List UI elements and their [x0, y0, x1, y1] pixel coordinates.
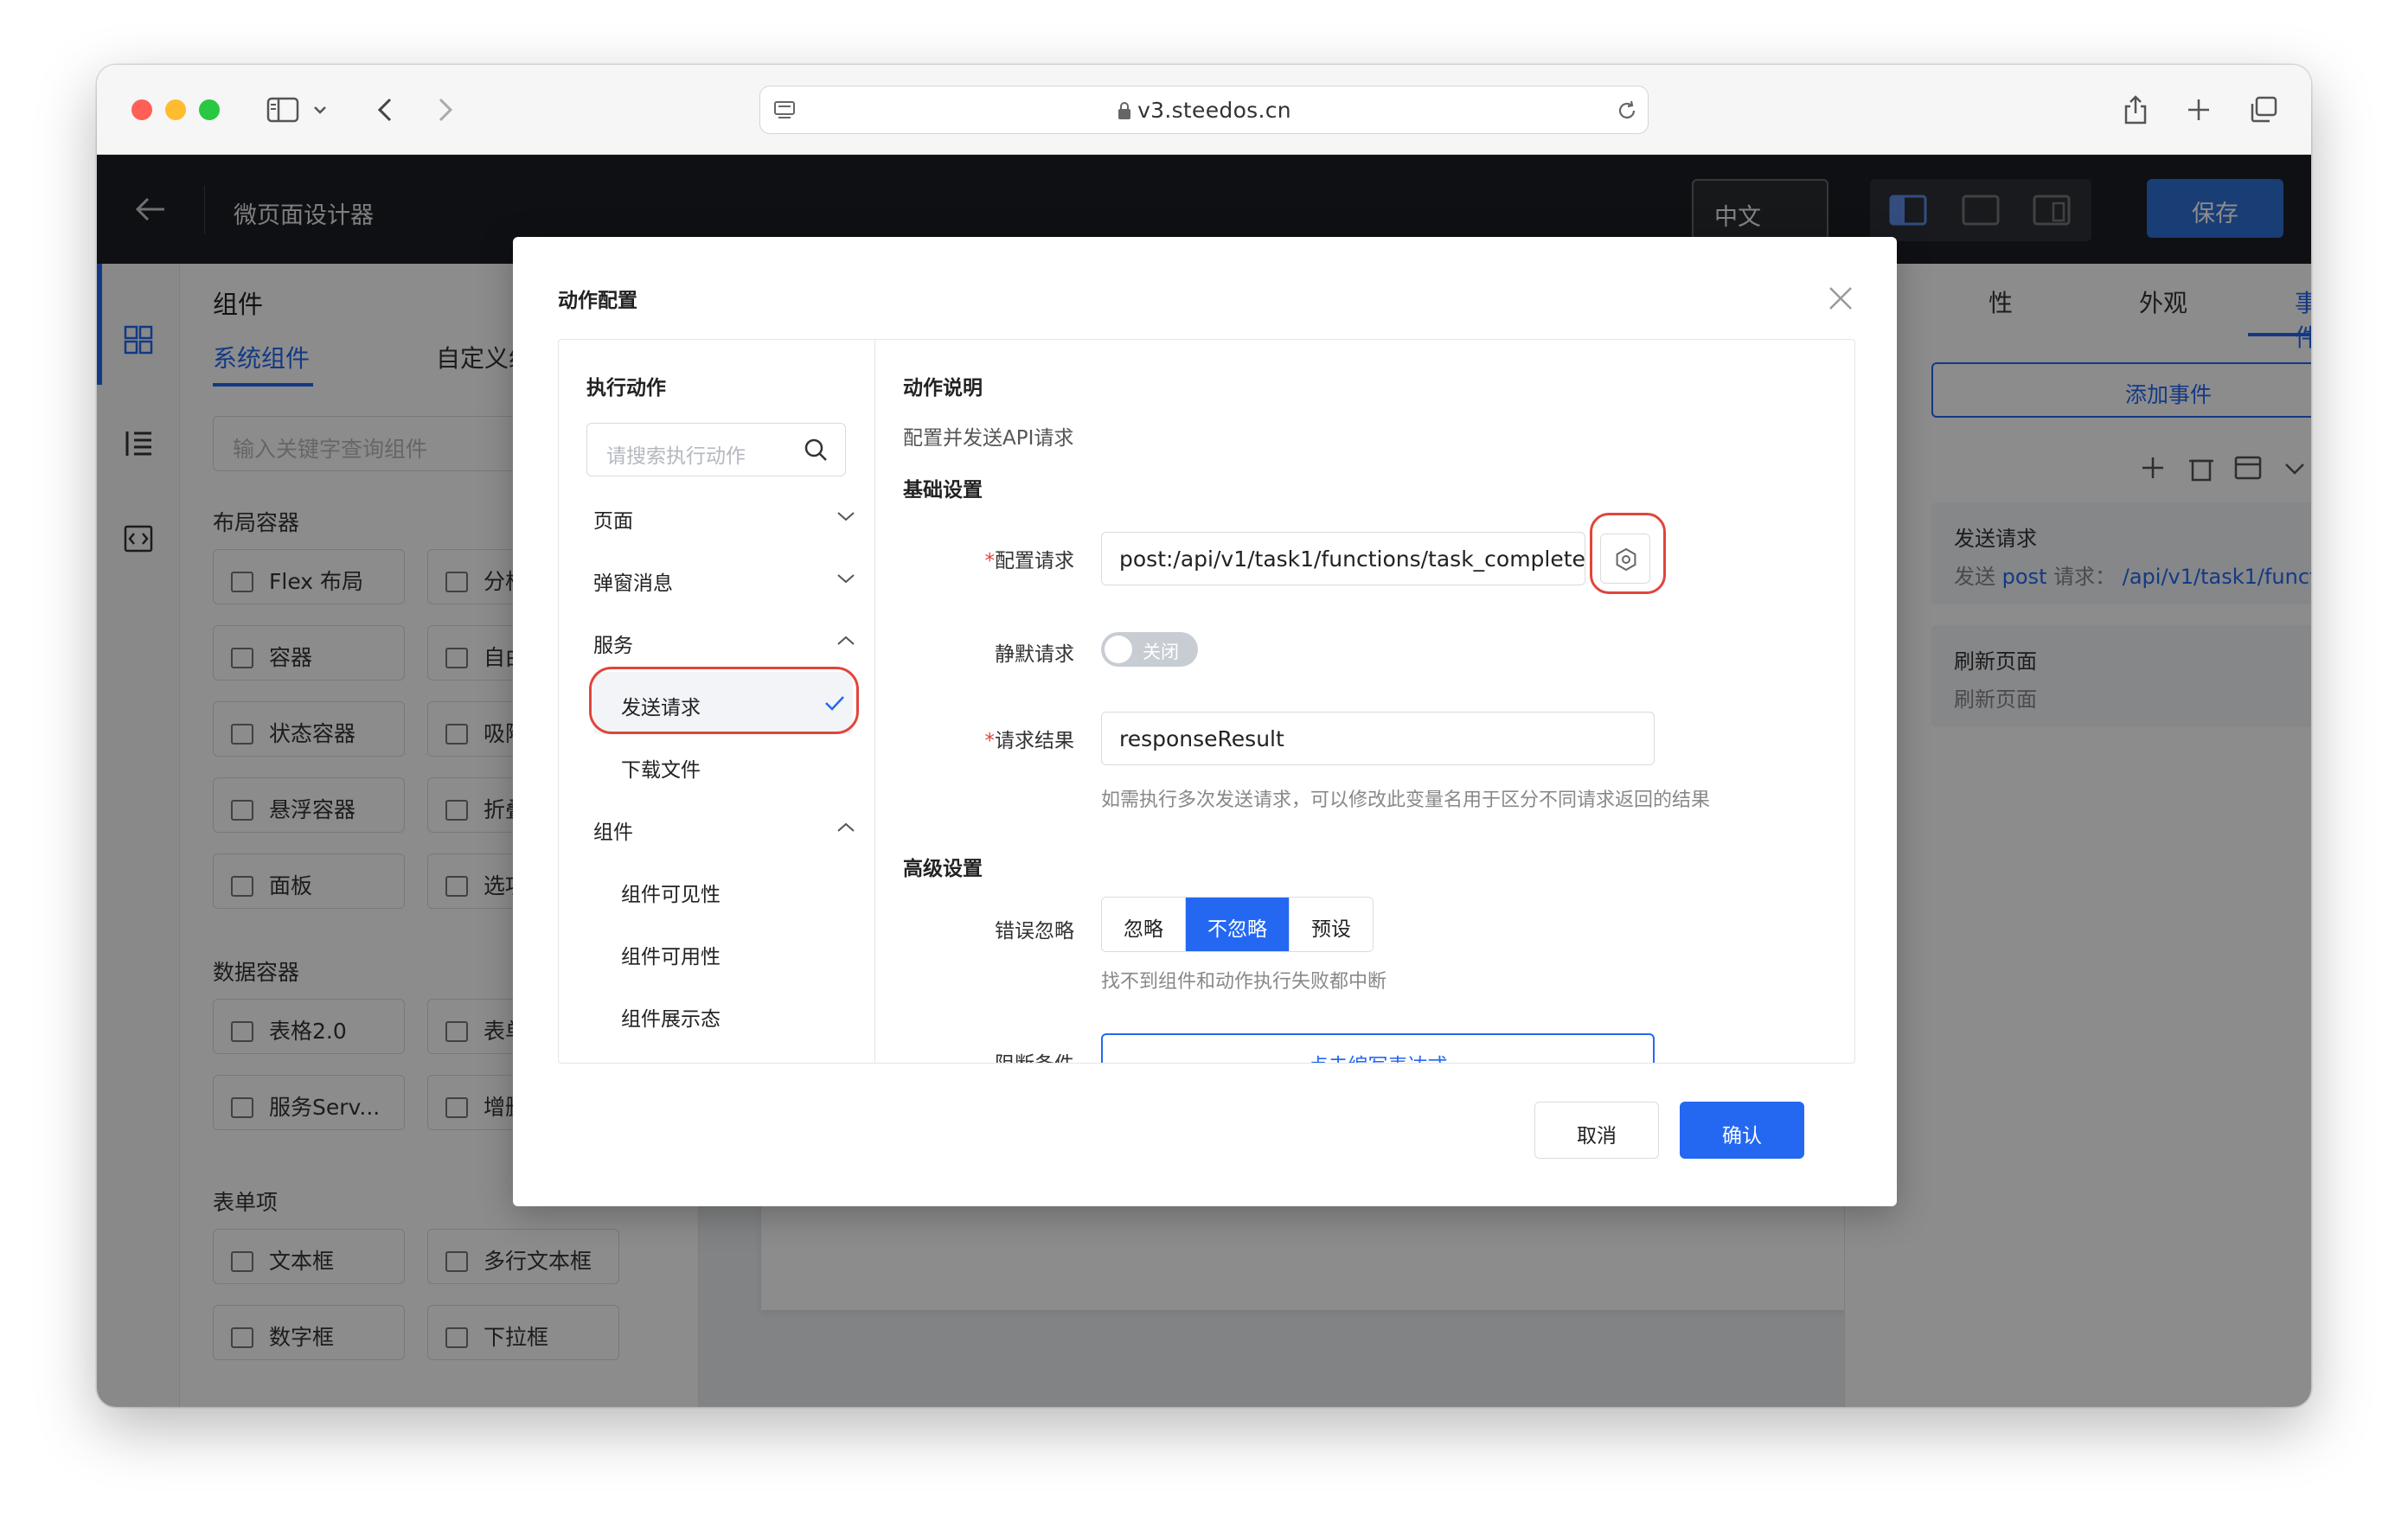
config-request-label: *配置请求	[875, 544, 1075, 573]
action-list-panel: 执行动作 请搜索执行动作 页面 弹窗消息 服务 发送请求 下载文件 组件 组件可…	[559, 340, 875, 1063]
error-ignore-segmented[interactable]: 忽略 不忽略 预设	[1101, 897, 1374, 952]
zoom-window-button[interactable]	[199, 99, 220, 120]
chevron-up-icon[interactable]	[836, 634, 856, 648]
action-item-component-display-state[interactable]: 组件展示态	[621, 1002, 720, 1032]
action-config-dialog: 动作配置 执行动作 请搜索执行动作 页面 弹窗消息 服务 发送请求 下载文件 组…	[513, 237, 1897, 1206]
required-mark: *	[984, 730, 996, 752]
close-icon[interactable]	[1826, 284, 1855, 313]
dialog-title: 动作配置	[558, 290, 637, 312]
address-bar[interactable]: v3.steedos.cn	[759, 86, 1649, 134]
request-result-input[interactable]: responseResult	[1101, 712, 1655, 765]
action-item-download-file[interactable]: 下载文件	[621, 753, 701, 783]
cancel-button[interactable]: 取消	[1534, 1102, 1659, 1159]
chevron-down-icon[interactable]	[836, 509, 856, 523]
confirm-button[interactable]: 确认	[1680, 1102, 1804, 1159]
config-request-input[interactable]: post:/api/v1/task1/functions/task_comple…	[1101, 532, 1585, 585]
basic-settings-heading: 基础设置	[903, 479, 983, 502]
settings-highlight-outline	[1590, 513, 1666, 594]
action-desc-text: 配置并发送API请求	[903, 427, 1074, 450]
forward-arrow-icon[interactable]	[432, 94, 458, 125]
action-list-heading: 执行动作	[586, 377, 666, 399]
action-search-input[interactable]: 请搜索执行动作	[586, 423, 846, 476]
dialog-body: 执行动作 请搜索执行动作 页面 弹窗消息 服务 发送请求 下载文件 组件 组件可…	[558, 339, 1855, 1064]
reload-icon[interactable]	[1615, 99, 1639, 123]
switch-state-label: 关闭	[1143, 642, 1179, 662]
required-mark: *	[984, 550, 996, 572]
minimize-window-button[interactable]	[165, 99, 186, 120]
action-item-component-availability[interactable]: 组件可用性	[621, 940, 720, 969]
url-text: v3.steedos.cn	[760, 98, 1648, 123]
action-search-placeholder: 请搜索执行动作	[606, 445, 746, 468]
error-ignore-label: 错误忽略	[995, 920, 1074, 943]
action-group-service[interactable]: 服务	[593, 629, 633, 658]
request-result-hint: 如需执行多次发送请求，可以修改此变量名用于区分不同请求返回的结果	[1101, 789, 1711, 811]
option-ignore[interactable]: 忽略	[1102, 898, 1186, 951]
request-result-label: *请求结果	[875, 724, 1075, 753]
action-group-dialog-message[interactable]: 弹窗消息	[593, 566, 673, 596]
browser-toolbar: v3.steedos.cn	[97, 65, 2311, 155]
action-group-component[interactable]: 组件	[593, 815, 633, 845]
chevron-down-icon[interactable]	[836, 572, 856, 585]
chevron-up-icon[interactable]	[836, 821, 856, 834]
tab-overview-icon[interactable]	[2247, 94, 2280, 125]
lock-icon	[1118, 102, 1131, 119]
silent-request-label: 静默请求	[995, 643, 1074, 666]
request-result-label-text: 请求结果	[995, 730, 1074, 752]
action-desc-heading: 动作说明	[903, 377, 983, 399]
action-group-page[interactable]: 页面	[593, 504, 633, 534]
switch-knob	[1105, 636, 1132, 663]
close-window-button[interactable]	[131, 99, 152, 120]
back-arrow-icon[interactable]	[372, 94, 398, 125]
selected-highlight-outline	[589, 667, 859, 734]
action-config-form: 动作说明 配置并发送API请求 基础设置 *配置请求 post:/api/v1/…	[875, 340, 1854, 1063]
option-not-ignore[interactable]: 不忽略	[1186, 898, 1290, 951]
silent-request-switch[interactable]: 关闭	[1101, 632, 1198, 667]
new-tab-plus-icon[interactable]	[2184, 94, 2213, 125]
action-item-component-visibility[interactable]: 组件可见性	[621, 878, 720, 907]
config-request-label-text: 配置请求	[995, 550, 1074, 572]
option-preset[interactable]: 预设	[1290, 898, 1373, 951]
browser-window: v3.steedos.cn 微页面设计器 中文 保存 组件 系统组件 自定义组件…	[97, 65, 2311, 1407]
advanced-settings-heading: 高级设置	[903, 858, 983, 880]
error-ignore-hint: 找不到组件和动作执行失败都中断	[1101, 971, 1387, 993]
block-condition-label: 阻断条件	[875, 1047, 1074, 1063]
url: v3.steedos.cn	[1137, 98, 1291, 123]
write-expression-button[interactable]: 点击编写表达式	[1101, 1033, 1655, 1063]
search-icon[interactable]	[802, 436, 829, 463]
chevron-down-icon[interactable]	[311, 94, 329, 125]
sidebar-toggle-icon[interactable]	[265, 94, 301, 125]
share-icon[interactable]	[2121, 94, 2150, 125]
